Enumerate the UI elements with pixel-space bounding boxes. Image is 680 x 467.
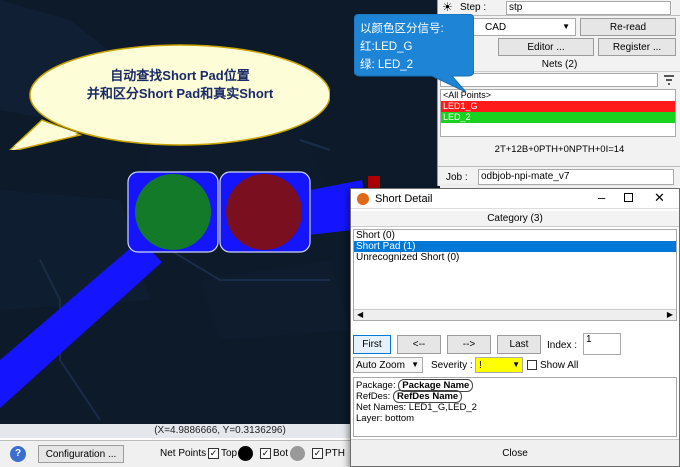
step-value[interactable]: stp xyxy=(506,1,671,15)
last-button[interactable]: Last xyxy=(497,335,541,354)
first-button[interactable]: First xyxy=(353,335,391,354)
scroll-left-icon[interactable]: ◀ xyxy=(357,310,363,319)
app-icon xyxy=(357,193,369,205)
netnames-value: LED1_G,LED_2 xyxy=(408,402,477,413)
job-value[interactable]: odbjob-npi-mate_v7 xyxy=(478,169,674,185)
zoom-value: Auto Zoom xyxy=(356,360,405,371)
nets-list[interactable]: <All Points> LED1_G LED_2 xyxy=(440,89,676,137)
category-item-short[interactable]: Short (0) xyxy=(354,230,676,241)
pth-checkbox[interactable]: ✓ xyxy=(312,448,323,459)
job-label: Job : xyxy=(446,172,468,183)
net-item-led2[interactable]: LED_2 xyxy=(441,112,675,123)
category-list[interactable]: Short (0) Short Pad (1) Unrecognized Sho… xyxy=(353,229,677,321)
pth-label: PTH xyxy=(325,448,345,459)
horizontal-scrollbar[interactable]: ◀ ▶ xyxy=(354,309,676,320)
scroll-right-icon[interactable]: ▶ xyxy=(667,310,673,319)
red-marker xyxy=(368,176,380,188)
callout-right-line2: 红:LED_G xyxy=(360,41,413,53)
bot-color-swatch xyxy=(290,446,305,461)
top-color-swatch xyxy=(238,446,253,461)
register-button[interactable]: Register ... xyxy=(598,38,676,56)
chevron-down-icon: ▼ xyxy=(512,360,520,369)
minimize-icon[interactable]: – xyxy=(598,190,605,205)
callout-right-line3: 绿: LED_2 xyxy=(360,59,414,71)
net-item-led1g[interactable]: LED1_G xyxy=(441,101,675,112)
chevron-down-icon: ▼ xyxy=(562,22,570,31)
index-label: Index : xyxy=(547,340,578,351)
pad-led2-marker xyxy=(226,174,302,250)
package-label: Package: xyxy=(356,380,396,391)
category-item-unrecognized[interactable]: Unrecognized Short (0) xyxy=(354,252,676,263)
nets-header: Nets (2) xyxy=(438,58,680,72)
layer-label: Layer: xyxy=(356,413,383,424)
filter-icon[interactable] xyxy=(662,73,676,87)
step-value-text: stp xyxy=(509,2,523,13)
job-row: Job : odbjob-npi-mate_v7 xyxy=(438,166,680,186)
callout-right: 以颜色区分信号: 红:LED_G 绿: LED_2 xyxy=(354,14,474,94)
maximize-icon[interactable] xyxy=(624,193,633,202)
reread-button[interactable]: Re-read xyxy=(580,18,676,36)
dialog-titlebar: Short Detail – ✕ xyxy=(351,189,679,209)
points-summary: 2T+12B+0PTH+0NPTH+0I=14 xyxy=(494,144,625,155)
bot-label: Bot xyxy=(273,448,289,459)
layer-row: Layer: bottom xyxy=(356,413,674,424)
netnames-label: Net Names: xyxy=(356,402,407,413)
callout-left: 自动查找Short Pad位置 并和区分Short Pad和真实Short xyxy=(0,40,330,150)
refdes-label: RefDes: xyxy=(356,391,391,402)
cad-value: CAD xyxy=(485,22,507,33)
show-all-label: Show All xyxy=(540,360,579,371)
top-checkbox[interactable]: ✓ xyxy=(208,448,219,459)
job-value-text: odbjob-npi-mate_v7 xyxy=(481,171,570,182)
step-row: ☀ Step : stp xyxy=(438,0,680,16)
callout-left-line2: 并和区分Short Pad和真实Short xyxy=(86,86,274,101)
all-points-item[interactable]: <All Points> xyxy=(441,90,675,101)
show-all-checkbox[interactable] xyxy=(527,360,537,370)
step-label: Step : xyxy=(460,2,487,13)
netnames-row: Net Names: LED1_G,LED_2 xyxy=(356,402,674,413)
index-value: 1 xyxy=(586,334,592,345)
close-icon[interactable]: ✕ xyxy=(654,190,665,206)
next-button[interactable]: --> xyxy=(447,335,491,354)
severity-label: Severity : xyxy=(431,360,473,371)
callout-right-line1: 以颜色区分信号: xyxy=(360,23,444,35)
callout-left-line1: 自动查找Short Pad位置 xyxy=(110,68,250,83)
configuration-button[interactable]: Configuration ... xyxy=(38,445,124,463)
zoom-select[interactable]: Auto Zoom ▼ xyxy=(353,357,423,373)
help-icon[interactable]: ? xyxy=(10,446,26,462)
dialog-title: Short Detail xyxy=(375,193,433,205)
editor-button[interactable]: Editor ... xyxy=(498,38,594,56)
detail-box: Package: Package Name RefDes: RefDes Nam… xyxy=(353,377,677,437)
chevron-down-icon: ▼ xyxy=(411,360,419,369)
category-header: Category (3) xyxy=(351,211,679,227)
severity-select[interactable]: ! ▼ xyxy=(475,357,523,373)
top-label: Top xyxy=(221,448,238,459)
index-input[interactable]: 1 xyxy=(583,333,621,355)
refdes-row: RefDes: RefDes Name xyxy=(356,390,674,403)
sun-icon: ☀ xyxy=(442,0,453,14)
prev-button[interactable]: <-- xyxy=(397,335,441,354)
pad-led1g-marker xyxy=(135,174,211,250)
category-item-short-pad[interactable]: Short Pad (1) xyxy=(354,241,676,252)
net-points-label: Net Points : xyxy=(160,448,212,459)
short-detail-dialog: Short Detail – ✕ Category (3) Short (0) … xyxy=(350,188,680,467)
bot-checkbox[interactable]: ✓ xyxy=(260,448,271,459)
severity-value: ! xyxy=(479,360,482,371)
layer-value: bottom xyxy=(385,413,415,424)
close-button[interactable]: Close xyxy=(351,439,679,466)
